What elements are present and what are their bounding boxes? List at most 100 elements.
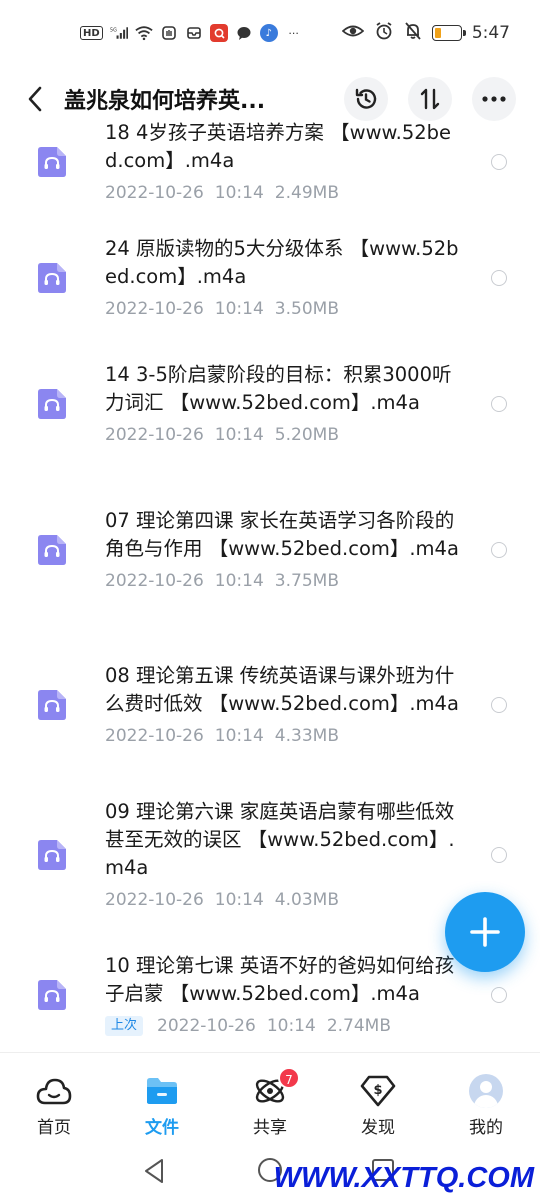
file-meta: 2022-10-26 10:14 2.49MB xyxy=(105,181,461,205)
audio-file-icon xyxy=(38,389,66,419)
nav-back-icon[interactable] xyxy=(143,1158,165,1184)
audio-file-icon xyxy=(38,263,66,293)
file-info: 18 4岁孩子英语培养方案 【www.52bed.com】.m4a 2022-1… xyxy=(105,122,461,205)
file-size: 3.75MB xyxy=(274,571,339,591)
tab-label: 我的 xyxy=(469,1118,503,1138)
audio-file-icon xyxy=(38,690,66,720)
file-date: 2022-10-26 xyxy=(105,890,204,910)
file-time: 10:14 xyxy=(214,571,264,591)
file-meta: 2022-10-26 10:14 3.75MB xyxy=(105,569,461,593)
select-radio[interactable] xyxy=(491,847,507,863)
file-info: 08 理论第五课 传统英语课与课外班为什么费时低效 【www.52bed.com… xyxy=(105,662,461,748)
select-radio[interactable] xyxy=(491,987,507,1003)
file-name: 24 原版读物的5大分级体系 【www.52bed.com】.m4a xyxy=(105,237,459,288)
file-date: 2022-10-26 xyxy=(105,299,204,319)
tab-label: 首页 xyxy=(37,1118,71,1138)
file-meta: 上次 2022-10-26 10:14 2.74MB xyxy=(105,1014,461,1038)
file-name: 10 理论第七课 英语不好的爸妈如何给孩子启蒙 【www.52bed.com】.… xyxy=(105,954,455,1005)
tab-share[interactable]: 7 共享 xyxy=(216,1053,324,1148)
watermark: WWW.XXTTQ.COM xyxy=(273,1162,534,1194)
taobao-app-icon xyxy=(209,24,228,42)
eye-icon xyxy=(341,23,365,44)
last-opened-badge: 上次 xyxy=(105,1016,144,1036)
file-row[interactable]: 14 3-5阶启蒙阶段的目标：积累3000听力词汇 【www.52bed.com… xyxy=(0,338,540,470)
file-date: 2022-10-26 xyxy=(157,1016,256,1036)
signal-5g-label: 5G xyxy=(110,27,117,33)
tab-label: 发现 xyxy=(361,1118,395,1138)
tab-discover[interactable]: $ 发现 xyxy=(324,1053,432,1148)
wifi-icon xyxy=(135,24,153,42)
file-date: 2022-10-26 xyxy=(105,726,204,746)
sort-icon xyxy=(420,88,440,110)
tab-label: 共享 xyxy=(253,1118,287,1138)
tab-home[interactable]: 首页 xyxy=(0,1053,108,1148)
avatar-icon xyxy=(468,1073,504,1109)
file-info: 10 理论第七课 英语不好的爸妈如何给孩子启蒙 【www.52bed.com】.… xyxy=(105,952,461,1038)
file-name: 08 理论第五课 传统英语课与课外班为什么费时低效 【www.52bed.com… xyxy=(105,664,459,715)
file-row[interactable]: 07 理论第四课 家长在英语学习各阶段的角色与作用 【www.52bed.com… xyxy=(0,470,540,630)
mute-bell-icon xyxy=(404,21,422,46)
file-time: 10:14 xyxy=(266,1016,316,1036)
select-radio[interactable] xyxy=(491,396,507,412)
file-meta: 2022-10-26 10:14 5.20MB xyxy=(105,423,461,447)
file-info: 07 理论第四课 家长在英语学习各阶段的角色与作用 【www.52bed.com… xyxy=(105,507,461,593)
file-date: 2022-10-26 xyxy=(105,425,204,445)
file-size: 5.20MB xyxy=(274,425,339,445)
select-radio[interactable] xyxy=(491,270,507,286)
history-clock-icon xyxy=(355,88,377,109)
signal-5g-icon: 5G xyxy=(110,24,128,42)
audio-file-icon xyxy=(38,840,66,870)
tab-files[interactable]: 文件 xyxy=(108,1053,216,1148)
select-radio[interactable] xyxy=(491,542,507,558)
file-time: 10:14 xyxy=(214,890,264,910)
file-size: 4.33MB xyxy=(274,726,339,746)
file-name: 18 4岁孩子英语培养方案 【www.52bed.com】.m4a xyxy=(105,122,452,172)
file-info: 24 原版读物的5大分级体系 【www.52bed.com】.m4a 2022-… xyxy=(105,235,461,321)
file-size: 4.03MB xyxy=(274,890,339,910)
audio-file-icon xyxy=(38,980,66,1010)
tab-label: 文件 xyxy=(145,1118,179,1138)
hand-icon xyxy=(160,24,178,42)
file-time: 10:14 xyxy=(214,425,264,445)
select-radio[interactable] xyxy=(491,697,507,713)
battery-icon xyxy=(431,25,466,41)
plus-icon xyxy=(470,917,500,947)
file-info: 14 3-5阶启蒙阶段的目标：积累3000听力词汇 【www.52bed.com… xyxy=(105,361,461,447)
status-bar: HD 5G ♪ ··· 5:47 xyxy=(0,0,540,66)
audio-file-icon xyxy=(38,147,66,177)
alarm-icon xyxy=(374,21,394,46)
select-radio[interactable] xyxy=(491,154,507,170)
more-notifications-icon: ··· xyxy=(288,26,299,40)
history-button[interactable] xyxy=(344,77,388,121)
file-name: 07 理论第四课 家长在英语学习各阶段的角色与作用 【www.52bed.com… xyxy=(105,509,459,560)
file-meta: 2022-10-26 10:14 3.50MB xyxy=(105,297,461,321)
file-time: 10:14 xyxy=(214,183,264,203)
file-name: 09 理论第六课 家庭英语启蒙有哪些低效甚至无效的误区 【www.52bed.c… xyxy=(105,800,455,879)
share-count-badge: 7 xyxy=(278,1067,300,1089)
file-size: 2.49MB xyxy=(274,183,339,203)
folder-icon xyxy=(144,1073,180,1109)
chat-bubble-icon xyxy=(235,24,253,42)
add-button[interactable] xyxy=(445,892,525,972)
status-left: HD 5G ♪ ··· xyxy=(80,24,303,42)
status-right: 5:47 xyxy=(341,21,510,46)
music-app-icon: ♪ xyxy=(259,24,278,42)
file-name: 14 3-5阶启蒙阶段的目标：积累3000听力词汇 【www.52bed.com… xyxy=(105,363,452,414)
cloud-home-icon xyxy=(36,1073,72,1109)
file-time: 10:14 xyxy=(214,726,264,746)
file-row[interactable]: 18 4岁孩子英语培养方案 【www.52bed.com】.m4a 2022-1… xyxy=(0,122,540,218)
file-meta: 2022-10-26 10:14 4.03MB xyxy=(105,888,461,912)
back-button[interactable] xyxy=(20,79,50,119)
file-date: 2022-10-26 xyxy=(105,571,204,591)
bottom-tab-bar: 首页 文件 7 共享 $ 发现 我的 xyxy=(0,1052,540,1148)
file-row[interactable]: 08 理论第五课 传统英语课与课外班为什么费时低效 【www.52bed.com… xyxy=(0,630,540,780)
file-size: 2.74MB xyxy=(326,1016,391,1036)
file-meta: 2022-10-26 10:14 4.33MB xyxy=(105,724,461,748)
file-row[interactable]: 24 原版读物的5大分级体系 【www.52bed.com】.m4a 2022-… xyxy=(0,218,540,338)
more-button[interactable] xyxy=(472,77,516,121)
discover-dollar-icon: $ xyxy=(360,1073,396,1109)
sort-button[interactable] xyxy=(408,77,452,121)
tab-mine[interactable]: 我的 xyxy=(432,1053,540,1148)
file-time: 10:14 xyxy=(214,299,264,319)
svg-text:$: $ xyxy=(373,1083,382,1098)
